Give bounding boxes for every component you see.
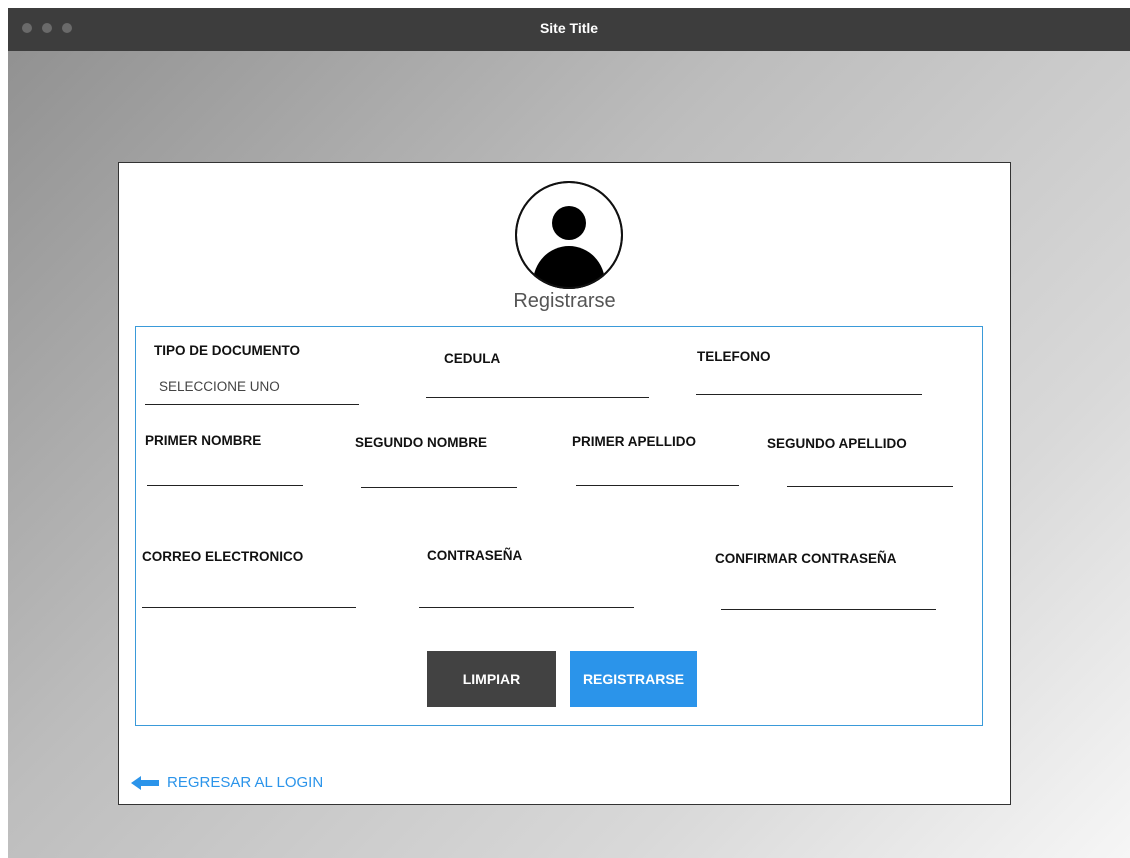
correo-label: CORREO ELECTRONICO xyxy=(142,549,304,564)
telefono-label: TELEFONO xyxy=(697,349,771,364)
telefono-input[interactable] xyxy=(696,394,922,395)
form-heading: Registrarse xyxy=(513,290,616,312)
cedula-label: CEDULA xyxy=(444,351,501,366)
confirmar-contrasena-label: CONFIRMAR CONTRASEÑA xyxy=(715,551,897,566)
segundo-nombre-input[interactable] xyxy=(361,487,517,488)
contrasena-label: CONTRASEÑA xyxy=(427,548,523,563)
register-button[interactable]: REGISTRARSE xyxy=(570,651,697,707)
user-avatar-icon xyxy=(515,181,623,289)
back-to-login-label[interactable]: REGRESAR AL LOGIN xyxy=(167,774,323,791)
back-to-login-link[interactable]: REGRESAR AL LOGIN xyxy=(131,774,323,791)
clear-button[interactable]: LIMPIAR xyxy=(427,651,556,707)
title-bar: Site Title xyxy=(8,8,1130,51)
confirmar-contrasena-input[interactable] xyxy=(721,609,936,610)
primer-apellido-input[interactable] xyxy=(576,485,739,486)
primer-apellido-label: PRIMER APELLIDO xyxy=(572,434,697,449)
primer-nombre-input[interactable] xyxy=(147,485,303,486)
tipo-documento-label: TIPO DE DOCUMENTO xyxy=(154,343,301,358)
tipo-documento-underline xyxy=(145,404,359,405)
tipo-documento-select[interactable]: SELECCIONE UNO xyxy=(159,379,280,394)
arrow-left-icon xyxy=(131,775,159,790)
segundo-nombre-label: SEGUNDO NOMBRE xyxy=(355,435,488,450)
correo-input[interactable] xyxy=(142,607,356,608)
segundo-apellido-label: SEGUNDO APELLIDO xyxy=(767,436,907,451)
contrasena-input[interactable] xyxy=(419,607,634,608)
browser-window: Site Title Registrarse TIPO DE DOCUMENTO… xyxy=(8,8,1130,858)
cedula-input[interactable] xyxy=(426,397,649,398)
registration-card: Registrarse TIPO DE DOCUMENTO SELECCIONE… xyxy=(118,162,1011,805)
registration-form: TIPO DE DOCUMENTO SELECCIONE UNO CEDULA … xyxy=(135,326,983,726)
segundo-apellido-input[interactable] xyxy=(787,486,953,487)
site-title: Site Title xyxy=(539,20,599,36)
primer-nombre-label: PRIMER NOMBRE xyxy=(145,433,262,448)
